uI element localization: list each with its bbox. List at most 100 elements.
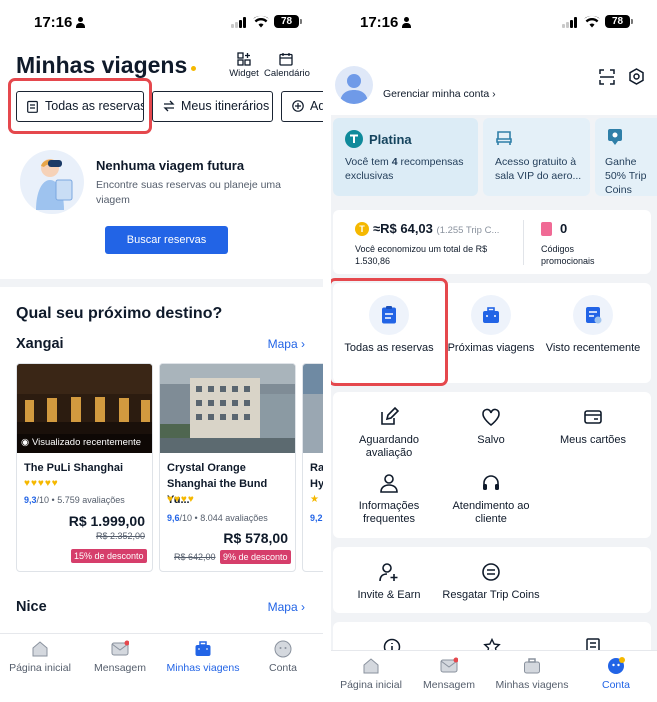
highlight-box [8,78,152,134]
chevron-right-icon: › [301,337,305,351]
chip-meus-itinerarios[interactable]: Meus itinerários [152,91,273,122]
city-heading-xangai: Xangai [16,336,64,352]
coin-swap-icon [482,563,500,581]
suitcase-icon [195,641,211,656]
search-bookings-button[interactable]: Buscar reservas [105,226,228,254]
chevron-right-icon: › [301,600,305,614]
discount-badge: 15% de desconto [71,549,147,563]
chip-label: Meus itinerários [181,99,270,113]
lounge-text: Acesso gratuito à sala VIP do aero... [495,156,582,182]
status-time: 17:16 [360,14,412,31]
status-bar: 17:16 78 [331,12,657,36]
platinum-text: Você tem 4 recompensas exclusivas [345,156,464,182]
widget-label: Widget [229,68,259,79]
map-link-xangai[interactable]: Mapa › [268,337,305,351]
hotel-rating-icons: ♥♥♥♥♥ [24,478,59,489]
eye-icon: ◉ [21,437,30,448]
tab-message[interactable]: Mensagem [409,657,489,691]
battery-indicator: 78 [274,15,302,28]
platinum-title: Platina [369,132,412,147]
next-destination-heading: Qual seu próximo destino? [16,305,223,322]
promo-code-icon [541,222,552,236]
tab-bar: Página inicial Mensagem Minhas viagens C… [331,650,657,702]
traveler-illustration [20,150,84,214]
wifi-icon [253,15,269,28]
invite-earn-item[interactable]: Invite & Earn [339,561,439,602]
savings-text: Você economizou um total de R$ 1.530,86 [355,244,488,266]
wallet-divider [523,220,524,265]
faq-item[interactable]: Informações frequentes [339,472,439,526]
chevron-right-icon: › [492,88,496,100]
hotel-card-2[interactable]: Crystal Orange Shanghai the Bund Yu... ♥… [159,363,296,572]
headset-icon [483,475,499,490]
rewards-box: Invite & Earn Resgatar Trip Coins [333,547,651,613]
widget-button[interactable]: Widget [229,52,259,79]
hotel-old-price: R$ 2.352,00 [95,531,145,541]
coin-icon: T [355,222,369,236]
upcoming-trips-item[interactable]: Próximas viagens [441,295,541,355]
awaiting-review-item[interactable]: Aguardando avaliação [339,406,439,460]
tab-message[interactable]: Mensagem [80,640,160,674]
recently-viewed-item[interactable]: Visto recentemente [543,295,643,355]
plus-circle-icon [292,100,304,112]
empty-trips-section: Nenhuma viagem futura Encontre suas rese… [20,150,310,260]
tab-home[interactable]: Página inicial [0,640,80,674]
message-icon [440,657,458,673]
saved-item[interactable]: Salvo [441,406,541,447]
settings-icon[interactable] [628,68,645,85]
screen-divider [323,0,331,702]
right-screen: 17:16 78 Gerenciar minha conta › Platina… [331,0,657,702]
calendar-button[interactable]: Calendário [264,52,310,79]
tab-account[interactable]: Conta [243,640,323,674]
recent-icon [586,307,602,324]
section-divider [0,279,323,287]
swap-icon [163,100,175,112]
message-icon [111,640,129,656]
calendar-icon [279,53,293,66]
chip-add[interactable]: Ad [281,91,323,122]
promo-code-label: Códigos promocionais [541,244,595,266]
signal-icon [231,17,247,28]
hotel-card-1[interactable]: ◉ Visualizado recentemente The PuLi Shan… [16,363,153,572]
platinum-card[interactable]: Platina Você tem 4 recompensas exclusiva… [333,118,478,196]
status-bar: 17:16 78 [0,12,323,36]
suitcase-icon [483,307,499,323]
account-icon [608,657,625,674]
chat-badge-icon [608,129,622,145]
coins-amount[interactable]: ≈R$ 64,03 (1.255 Trip C... [373,221,523,236]
hotel-price: R$ 1.999,00 [68,513,145,529]
lounge-card[interactable]: Acesso gratuito à sala VIP do aero... [483,118,590,196]
manage-account-link[interactable]: Gerenciar minha conta › [383,88,496,100]
hotel-rating-icons: ★ [310,494,320,505]
scan-icon[interactable] [599,69,615,85]
person-icon [380,474,398,493]
tab-bar: Página inicial Mensagem Minhas viagens C… [0,633,323,702]
tab-my-trips[interactable]: Minhas viagens [163,640,243,674]
chip-label: Ad [310,99,323,113]
trip-coins-text: Ganhe 50% Trip Coins [605,156,647,196]
signal-icon [562,17,578,28]
left-screen: 17:16 78 Minhas viagens Widget Calendári… [0,0,323,702]
my-cards-item[interactable]: Meus cartões [543,406,643,447]
hotel-photo [160,364,295,453]
highlight-box [331,278,448,386]
platinum-t-icon [345,130,363,148]
promo-code-count[interactable]: 0 [560,221,567,236]
wifi-icon [584,15,600,28]
tab-my-trips[interactable]: Minhas viagens [492,657,572,691]
hotel-name: The PuLi Shanghai [24,462,124,474]
account-icon [274,640,292,658]
hotel-rating-icons: ♥♥♥♥ [167,494,195,505]
widget-icon [237,52,251,66]
map-link-nice[interactable]: Mapa › [268,600,305,614]
tab-account[interactable]: Conta [576,657,656,691]
redeem-coins-item[interactable]: Resgatar Trip Coins [441,561,541,602]
hotel-card-3[interactable]: Ra Hy ★ 9,2 [302,363,323,572]
avatar[interactable] [335,66,373,104]
recently-viewed-badge: ◉ Visualizado recentemente [21,437,142,448]
hotel-old-price: R$ 642,00 [174,552,216,562]
hotel-score: 9,3/10 • 5.759 avaliações [24,495,125,505]
trip-coins-card[interactable]: Ganhe 50% Trip Coins [595,118,657,196]
customer-service-item[interactable]: Atendimento ao cliente [441,472,541,526]
tab-home[interactable]: Página inicial [331,657,411,691]
